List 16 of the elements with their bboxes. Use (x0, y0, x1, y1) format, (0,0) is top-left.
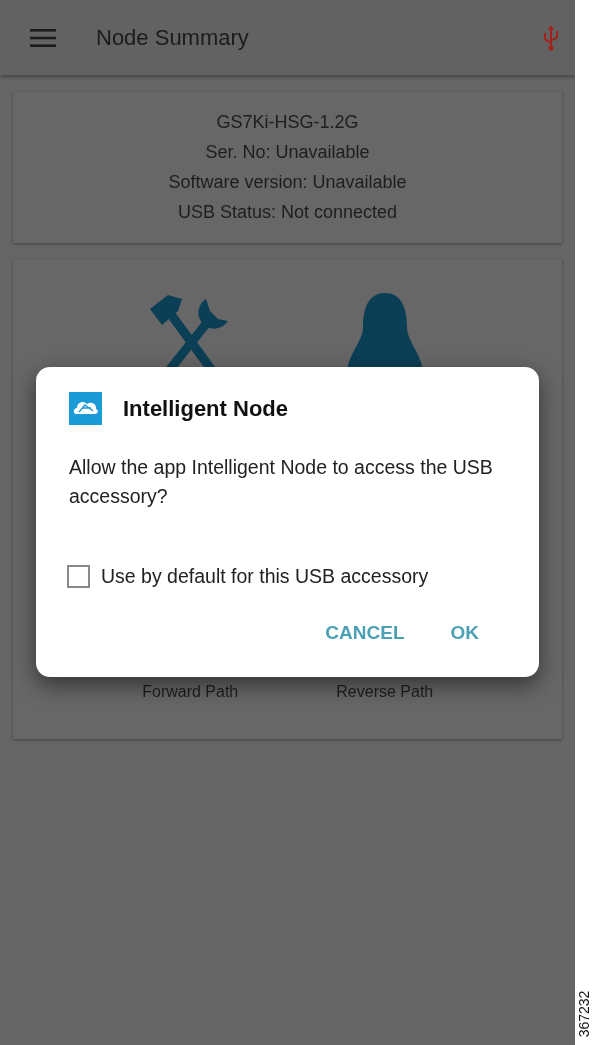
tile-label[interactable]: Forward Path (142, 683, 239, 701)
node-info-line: Ser. No: Unavailable (205, 142, 370, 163)
checkbox[interactable] (67, 565, 90, 588)
tile-label[interactable]: Reverse Path (336, 683, 434, 701)
dialog-title: Intelligent Node (123, 395, 288, 422)
dialog-message: Allow the app Intelligent Node to access the USB accessory? (69, 455, 494, 509)
dialog-button[interactable]: CANCEL (317, 618, 413, 648)
app-cloud-icon (69, 392, 102, 425)
node-info-line: Software version: Unavailable (168, 172, 407, 193)
node-info-line: USB Status: Not connected (177, 202, 398, 223)
menu-icon[interactable] (30, 28, 56, 47)
figure-number: 367232 (576, 990, 593, 1038)
screen-title: Node Summary (96, 24, 250, 51)
node-info-line: GS7Ki-HSG-1.2G (216, 112, 359, 133)
dialog-button[interactable]: OK (442, 618, 487, 648)
checkbox-label[interactable]: Use by default for this USB accessory (101, 565, 429, 588)
